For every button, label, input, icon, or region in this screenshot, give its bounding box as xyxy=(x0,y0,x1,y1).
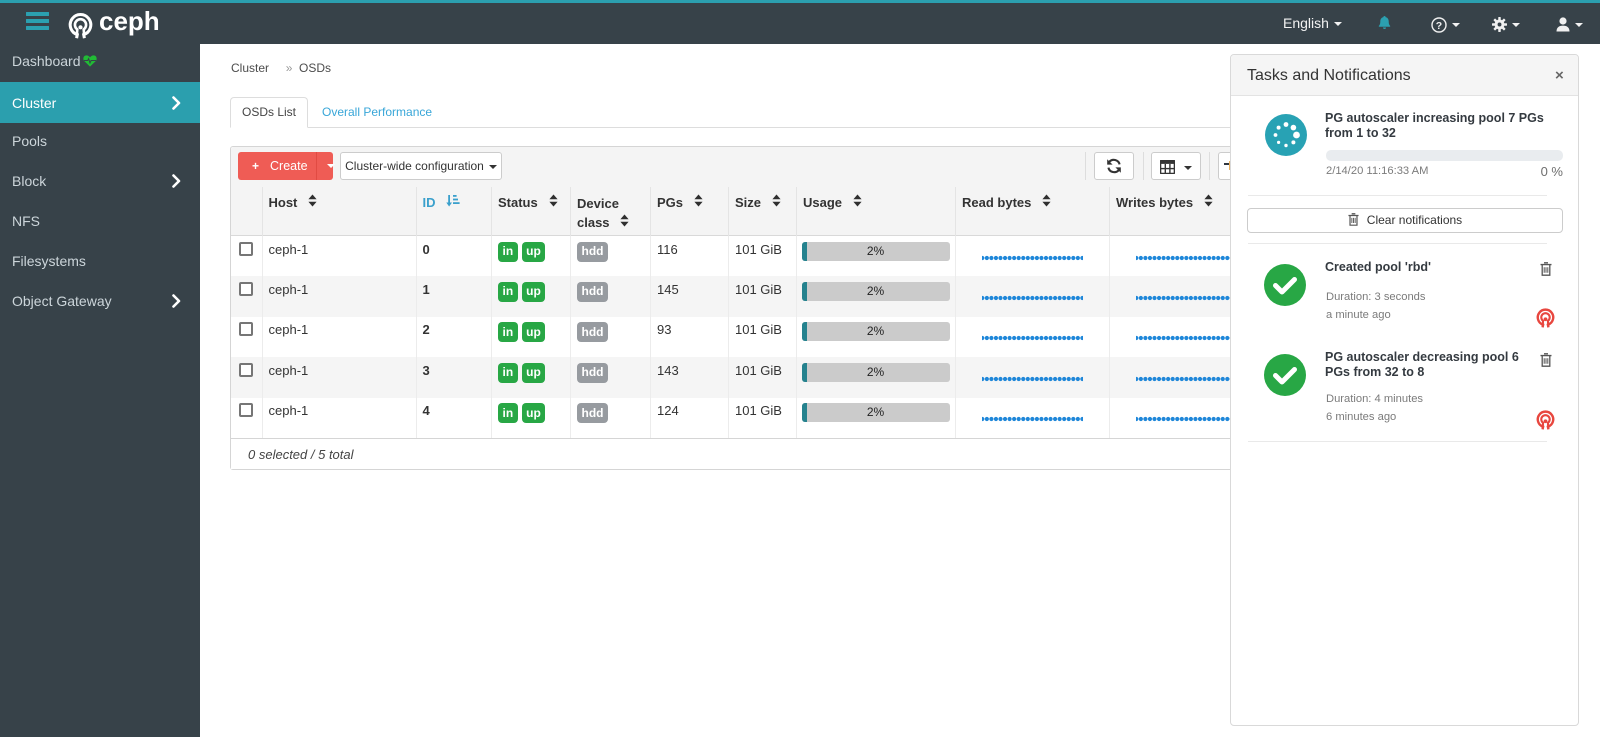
svg-text:?: ? xyxy=(1436,19,1442,31)
